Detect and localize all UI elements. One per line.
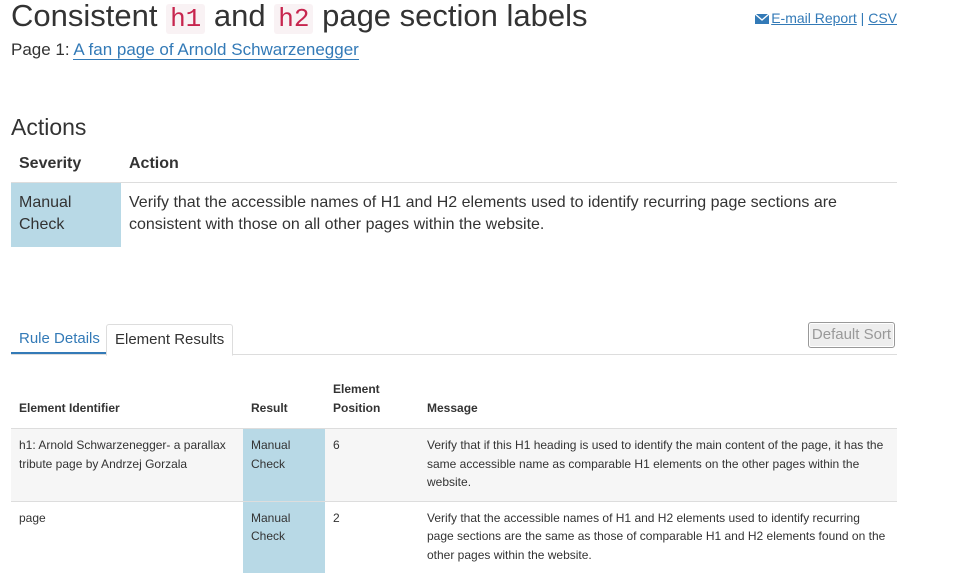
envelope-icon xyxy=(755,14,770,24)
actions-table: Severity Action Manual Check Verify that… xyxy=(11,149,897,247)
severity-cell: Manual Check xyxy=(11,182,121,247)
email-report-link[interactable]: E-mail Report xyxy=(755,10,857,26)
tab-element-results[interactable]: Element Results xyxy=(106,324,234,356)
page-title: Consistent h1 and h2 page section labels xyxy=(11,0,588,41)
default-sort-button[interactable]: Default Sort xyxy=(808,322,895,348)
page-subtitle: Page 1: A fan page of Arnold Schwarzeneg… xyxy=(11,40,359,60)
tab-rule-details[interactable]: Rule Details xyxy=(11,324,108,354)
severity-column-header: Severity xyxy=(11,149,121,183)
element-results-table: Element Identifier Result Element Positi… xyxy=(11,378,897,573)
title-code-h1: h1 xyxy=(166,4,206,34)
identifier-column-header[interactable]: Element Identifier xyxy=(11,378,243,429)
title-text-2: and xyxy=(205,0,275,33)
actions-row: Manual Check Verify that the accessible … xyxy=(11,182,897,247)
table-row[interactable]: page Manual Check 2 Verify that the acce… xyxy=(11,501,897,573)
message-cell: Verify that the accessible names of H1 a… xyxy=(427,510,886,562)
link-separator: | xyxy=(856,10,869,26)
identifier-cell: page xyxy=(19,510,46,525)
result-cell: Manual Check xyxy=(243,428,325,502)
position-cell: 2 xyxy=(333,510,340,525)
email-report-label: E-mail Report xyxy=(771,10,857,26)
message-cell: Verify that if this H1 heading is used t… xyxy=(419,428,897,502)
page-link[interactable]: A fan page of Arnold Schwarzenegger xyxy=(73,40,359,60)
position-cell: 6 xyxy=(325,428,419,502)
report-links: E-mail Report | CSV xyxy=(755,10,897,26)
actions-header-row: Severity Action xyxy=(11,149,897,183)
table-row[interactable]: h1: Arnold Schwarzenegger- a parallax tr… xyxy=(11,428,897,502)
result-column-header[interactable]: Result xyxy=(243,378,325,429)
identifier-cell: h1: Arnold Schwarzenegger- a parallax tr… xyxy=(11,428,243,502)
title-text-3: page section labels xyxy=(313,0,588,33)
page-label: Page 1: xyxy=(11,40,74,59)
results-header-row: Element Identifier Result Element Positi… xyxy=(11,378,897,429)
csv-link[interactable]: CSV xyxy=(868,10,897,26)
result-cell: Manual Check xyxy=(243,501,325,573)
position-column-header[interactable]: Element Position xyxy=(325,378,419,429)
results-tabs: Rule Details Element Results xyxy=(11,324,897,356)
action-column-header: Action xyxy=(121,149,897,183)
action-cell: Verify that the accessible names of H1 a… xyxy=(129,194,837,233)
title-text-1: Consistent xyxy=(11,0,167,33)
title-code-h2: h2 xyxy=(274,4,314,34)
message-column-header[interactable]: Message xyxy=(419,378,897,429)
actions-heading: Actions xyxy=(11,114,87,140)
